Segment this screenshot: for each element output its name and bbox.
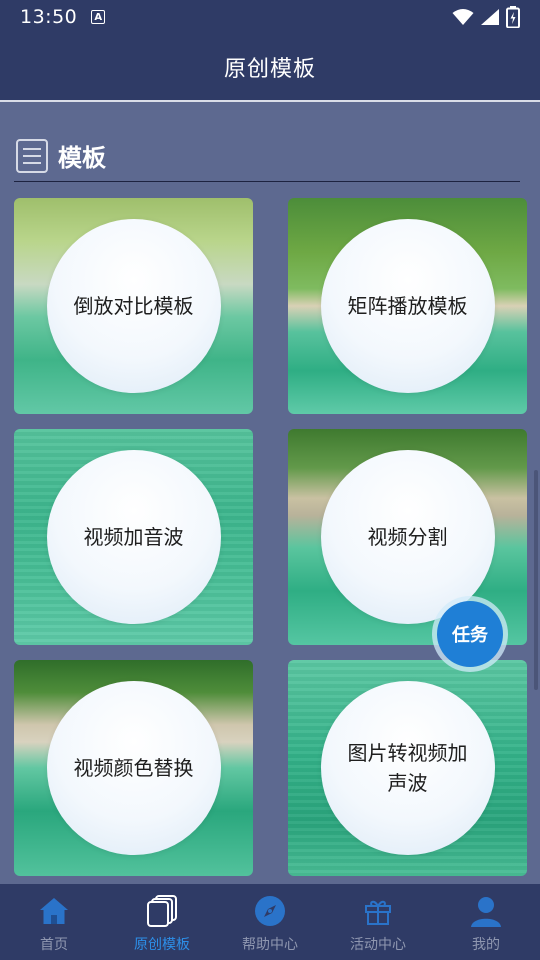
nav-label: 帮助中心 xyxy=(242,937,298,953)
template-card-reverse-compare[interactable]: 倒放对比模板 xyxy=(14,198,253,414)
nav-item-help-center[interactable]: 帮助中心 xyxy=(216,884,324,960)
nav-item-original-templates[interactable]: 原创模板 xyxy=(108,884,216,960)
card-circle: 矩阵播放模板 xyxy=(320,219,495,393)
card-circle: 视频颜色替换 xyxy=(46,681,221,855)
status-icons xyxy=(452,6,520,28)
section-title: 模板 xyxy=(58,144,106,172)
card-label: 矩阵播放模板 xyxy=(347,294,468,318)
template-card-matrix-play[interactable]: 矩阵播放模板 xyxy=(288,198,527,414)
nav-item-home[interactable]: 首页 xyxy=(0,884,108,960)
template-card-color-replace[interactable]: 视频颜色替换 xyxy=(14,660,253,876)
status-bar: 13:50 A xyxy=(0,0,540,34)
card-circle: 视频加音波 xyxy=(46,450,221,624)
task-button[interactable]: 任务 xyxy=(432,596,508,672)
nav-label: 活动中心 xyxy=(350,937,406,953)
list-icon xyxy=(16,138,48,173)
nav-label: 首页 xyxy=(40,937,68,953)
bottom-nav: 首页 原创模板 帮助中心 活动中心 我的 xyxy=(0,884,540,960)
section-header: 模板 xyxy=(14,130,520,182)
user-icon xyxy=(469,894,503,928)
card-label: 图片转视频加声波 xyxy=(347,741,468,795)
task-button-inner: 任务 xyxy=(437,601,503,667)
app-bar: 原创模板 xyxy=(0,34,540,102)
nav-label: 原创模板 xyxy=(134,937,190,953)
card-label: 视频加音波 xyxy=(83,525,184,549)
card-label: 倒放对比模板 xyxy=(73,294,194,318)
task-button-label: 任务 xyxy=(452,625,488,646)
gift-icon xyxy=(361,894,395,928)
scrollbar[interactable] xyxy=(534,470,538,690)
page-title: 原创模板 xyxy=(223,57,316,82)
card-circle: 图片转视频加声波 xyxy=(320,681,495,855)
card-circle: 倒放对比模板 xyxy=(46,219,221,393)
card-label: 视频颜色替换 xyxy=(73,756,194,780)
nav-label: 我的 xyxy=(472,937,500,953)
notification-a-icon: A xyxy=(91,10,106,24)
card-label: 视频分割 xyxy=(367,525,448,549)
home-icon xyxy=(37,894,71,928)
compass-icon xyxy=(253,894,287,928)
status-time: 13:50 xyxy=(20,6,78,28)
nav-item-activity-center[interactable]: 活动中心 xyxy=(324,884,432,960)
nav-item-mine[interactable]: 我的 xyxy=(432,884,540,960)
template-card-image-to-video[interactable]: 图片转视频加声波 xyxy=(288,660,527,876)
template-stack-icon xyxy=(145,894,179,928)
signal-icon xyxy=(481,9,499,25)
template-card-video-soundwave[interactable]: 视频加音波 xyxy=(14,429,253,645)
battery-icon xyxy=(506,6,520,28)
wifi-icon xyxy=(452,9,474,25)
